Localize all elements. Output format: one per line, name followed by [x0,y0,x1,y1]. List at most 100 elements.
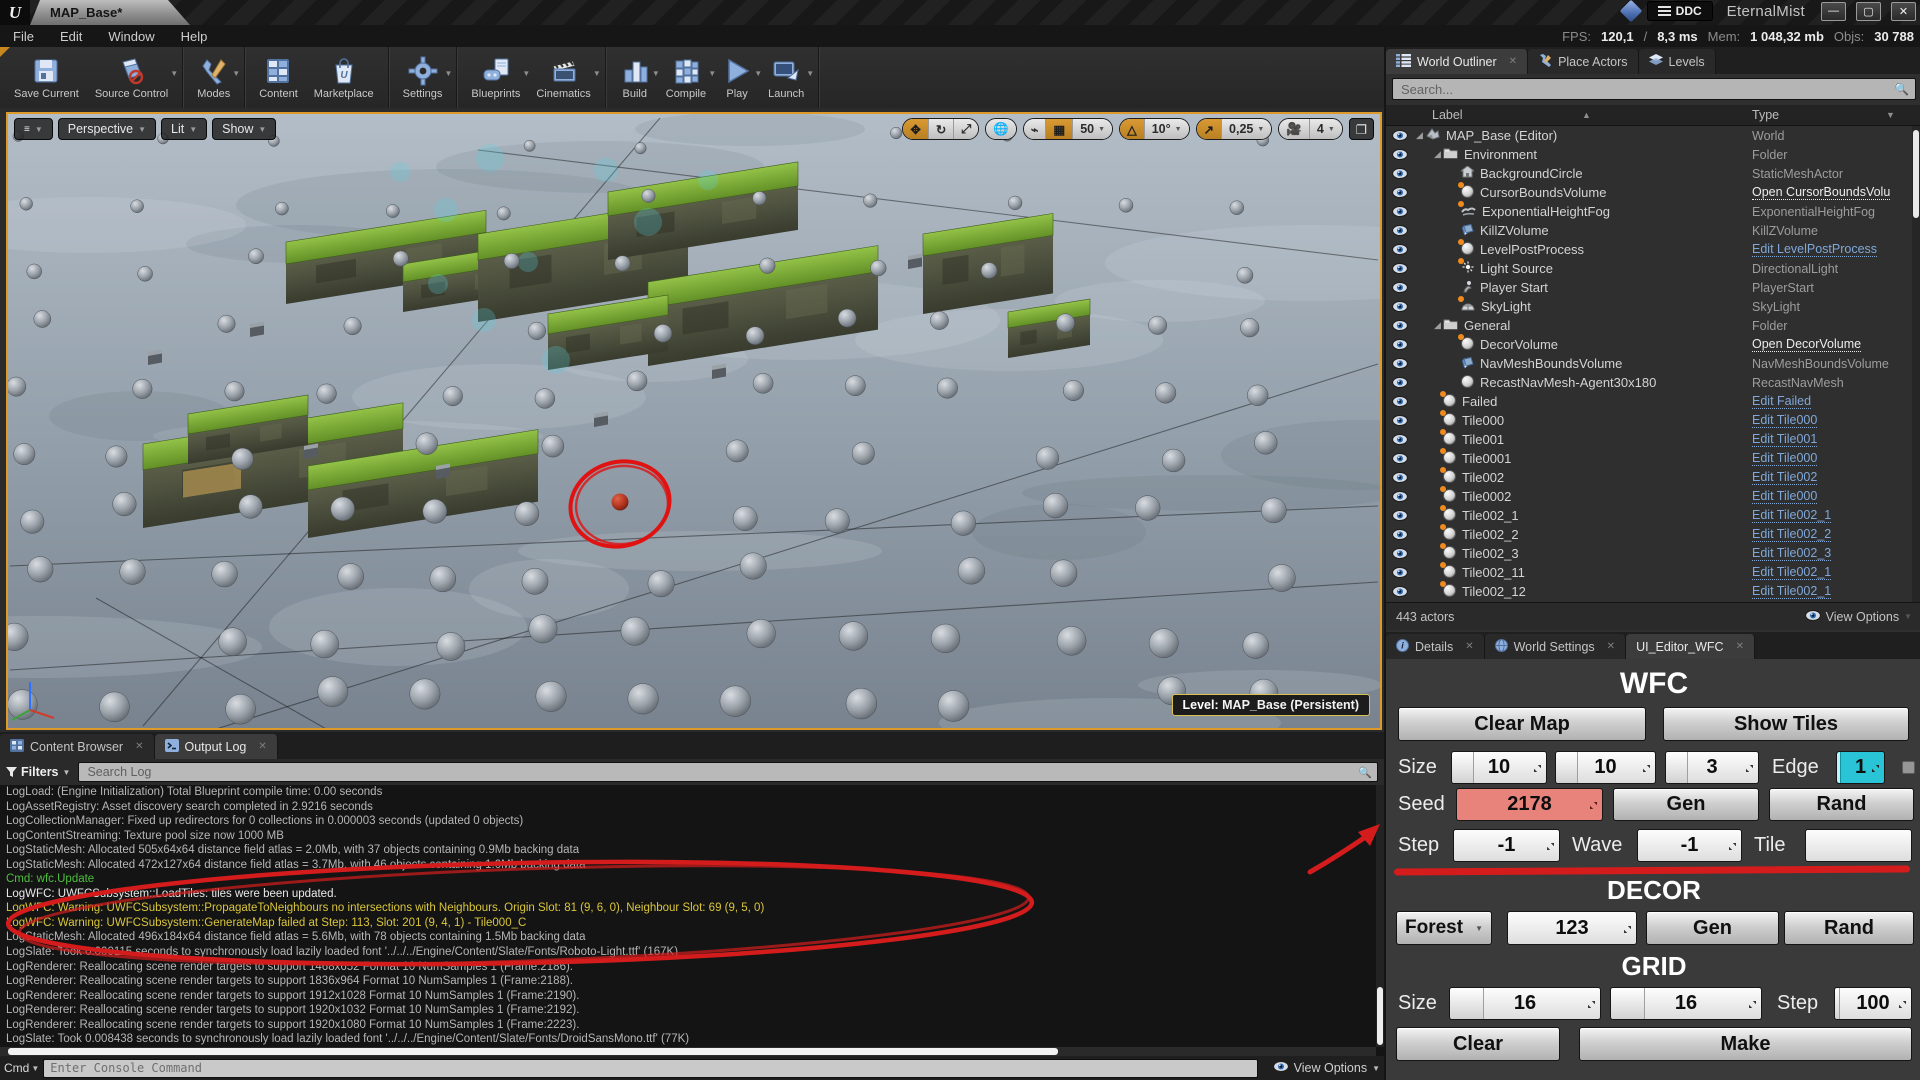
close-icon[interactable]: ✕ [1736,641,1744,652]
cinematics-button[interactable]: Cinematics▼ [528,47,598,108]
chevron-down-icon[interactable]: ▼ [593,69,601,78]
scale-snap-value[interactable]: 0,25▼ [1222,119,1271,139]
outliner-row[interactable]: SkyLightSkyLight [1386,297,1914,316]
actor-type[interactable]: Edit LevelPostProcess [1752,242,1877,257]
actor-label[interactable]: Tile002_12 [1462,584,1526,599]
size-x-spinbox[interactable]: 10 [1451,751,1547,784]
viewport-options-button[interactable]: ≡▼ [14,118,53,140]
play-button[interactable]: Play▼ [714,47,760,108]
level-viewport[interactable]: ≡▼ Perspective▼ Lit▼ Show▼ ✥ ↻ ⤢ 🌐 ⌁ ▦ 5… [6,112,1382,730]
outliner-row[interactable]: ◢EnvironmentFolder [1386,145,1914,164]
expand-arrow-icon[interactable]: ◢ [1414,130,1425,141]
actor-type[interactable]: Edit Tile002 [1752,470,1817,485]
visibility-eye-icon[interactable] [1386,263,1414,274]
visibility-eye-icon[interactable] [1386,453,1414,464]
cmd-dropdown[interactable]: Cmd▼ [4,1061,39,1075]
actor-type[interactable]: Edit Tile000 [1752,413,1817,428]
outliner-row[interactable]: +NavMeshBoundsVolumeNavMeshBoundsVolume [1386,354,1914,373]
visibility-eye-icon[interactable] [1386,244,1414,255]
visibility-eye-icon[interactable] [1386,358,1414,369]
outliner-row[interactable]: BackgroundCircleStaticMeshActor [1386,164,1914,183]
outliner-row[interactable]: +KillZVolumeKillZVolume [1386,221,1914,240]
log-tab-content-browser[interactable]: Content Browser✕ [0,734,155,759]
visibility-eye-icon[interactable] [1386,225,1414,236]
actor-label[interactable]: General [1464,318,1510,333]
actor-type[interactable]: Open DecorVolume [1752,337,1861,352]
grid-size-y-spinbox[interactable]: 16 [1610,987,1762,1020]
details-tab-ui-editor-wfc[interactable]: UI_Editor_WFC✕ [1626,634,1755,659]
actor-type[interactable]: Edit Tile002_2 [1752,527,1831,542]
show-flags-button[interactable]: Show▼ [212,118,276,140]
outliner-scrollbar[interactable] [1912,126,1920,602]
actor-label[interactable]: Tile002_1 [1462,508,1519,523]
log-lines[interactable]: LogLoad: (Engine Initialization) Total B… [0,785,1376,1047]
wfc-gen-button[interactable]: Gen [1613,788,1759,821]
scale-tool-button[interactable]: ⤢ [954,119,978,139]
visibility-eye-icon[interactable] [1386,396,1414,407]
outliner-row[interactable]: ◢MAP_Base (Editor)World [1386,126,1914,145]
log-horizontal-scrollbar[interactable] [0,1047,1376,1056]
wave-spinbox[interactable]: -1 [1637,829,1742,862]
visibility-eye-icon[interactable] [1386,434,1414,445]
actor-label[interactable]: Tile0001 [1462,451,1511,466]
grid-step-spinbox[interactable]: 100 [1834,987,1912,1020]
decor-gen-button[interactable]: Gen [1646,911,1779,945]
visibility-eye-icon[interactable] [1386,548,1414,559]
outliner-row[interactable]: Tile002_11Edit Tile002_1 [1386,563,1914,582]
actor-label[interactable]: Player Start [1480,280,1548,295]
actor-label[interactable]: KillZVolume [1480,223,1549,238]
expand-arrow-icon[interactable]: ◢ [1432,320,1443,331]
actor-label[interactable]: Tile002_3 [1462,546,1519,561]
outliner-row[interactable]: Tile000Edit Tile000 [1386,411,1914,430]
actor-label[interactable]: NavMeshBoundsVolume [1480,356,1622,371]
ddc-button[interactable]: DDC [1647,1,1713,21]
actor-label[interactable]: Tile002_11 [1462,565,1525,580]
visibility-eye-icon[interactable] [1386,130,1414,141]
outliner-row[interactable]: ExponentialHeightFogExponentialHeightFog [1386,202,1914,221]
close-button[interactable]: ✕ [1891,2,1916,21]
actor-label[interactable]: MAP_Base (Editor) [1446,128,1557,143]
outliner-view-options-button[interactable]: View Options▼ [1805,610,1912,624]
outliner-row[interactable]: CursorBoundsVolumeOpen CursorBoundsVolu [1386,183,1914,202]
outliner-search-input[interactable] [1393,82,1888,97]
actor-label[interactable]: Tile002 [1462,470,1504,485]
visibility-eye-icon[interactable] [1386,187,1414,198]
actor-type[interactable]: Edit Tile002_3 [1752,546,1831,561]
actor-type[interactable]: Edit Tile000 [1752,489,1817,504]
actor-label[interactable]: LevelPostProcess [1480,242,1584,257]
actor-label[interactable]: Light Source [1480,261,1553,276]
outliner-row[interactable]: Tile002_3 Edit Tile002_3 [1386,544,1914,563]
maximize-viewport-button[interactable]: ❐ [1349,118,1374,140]
actor-label[interactable]: BackgroundCircle [1480,166,1583,181]
grid-clear-button[interactable]: Clear [1396,1027,1560,1061]
outliner-row[interactable]: Tile002_1Edit Tile002_1 [1386,506,1914,525]
log-search-box[interactable]: 🔍 [78,762,1378,782]
grid-size-x-spinbox[interactable]: 16 [1449,987,1601,1020]
close-icon[interactable]: ✕ [1509,56,1517,67]
minimize-button[interactable]: — [1821,2,1846,21]
visibility-eye-icon[interactable] [1386,339,1414,350]
close-icon[interactable]: ✕ [1465,641,1473,652]
content-button[interactable]: Content [251,47,306,108]
size-y-spinbox[interactable]: 10 [1555,751,1656,784]
outliner-row[interactable]: Tile002_12Edit Tile002_1 [1386,582,1914,601]
grid-make-button[interactable]: Make [1579,1027,1912,1061]
edge-checkbox[interactable] [1902,761,1915,774]
chevron-down-icon[interactable]: ▼ [170,69,178,78]
details-tab-world-settings[interactable]: World Settings✕ [1485,634,1626,659]
outliner-search-box[interactable]: 🔍 [1392,78,1916,100]
save-current-button[interactable]: Save Current [6,47,87,108]
visibility-eye-icon[interactable] [1386,472,1414,483]
log-view-options-button[interactable]: View Options▼ [1273,1061,1380,1075]
outliner-row[interactable]: Tile0001Edit Tile000 [1386,449,1914,468]
actor-label[interactable]: Tile0002 [1462,489,1511,504]
outliner-row[interactable]: Tile002 Edit Tile002 [1386,468,1914,487]
menu-help[interactable]: Help [168,29,221,44]
rotate-tool-button[interactable]: ↻ [929,119,954,139]
surface-snap-icon[interactable]: ⌁ [1024,119,1047,139]
outliner-row[interactable]: Light SourceDirectionalLight [1386,259,1914,278]
outliner-tab-place-actors[interactable]: Place Actors [1528,49,1638,74]
show-tiles-button[interactable]: Show Tiles [1663,707,1909,741]
visibility-eye-icon[interactable] [1386,377,1414,388]
menu-edit[interactable]: Edit [47,29,95,44]
